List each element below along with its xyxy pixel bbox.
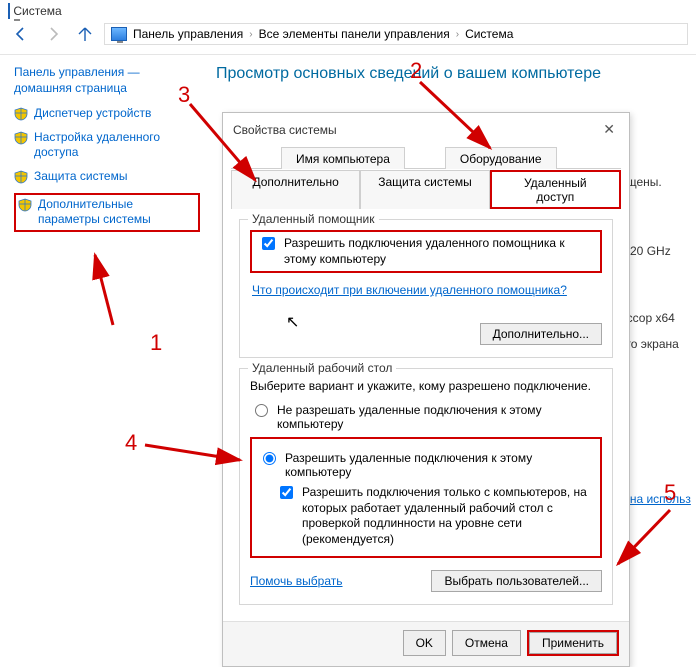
radio-label: Не разрешать удаленные подключения к это…	[277, 403, 602, 431]
rd-help-choose-link[interactable]: Помочь выбрать	[250, 574, 343, 588]
cancel-button[interactable]: Отмена	[452, 630, 521, 656]
sidebar-item-remote-settings[interactable]: Настройка удаленного доступа	[14, 130, 200, 161]
annotation-1: 1	[150, 330, 162, 356]
sidebar-item-label: Настройка удаленного доступа	[34, 130, 200, 161]
checkbox-label: Разрешить подключения удаленного помощни…	[284, 236, 594, 267]
tab-computer-name[interactable]: Имя компьютера	[281, 147, 405, 169]
chevron-right-icon: ›	[456, 29, 459, 40]
sidebar-item-label: Дополнительные параметры системы	[38, 197, 196, 228]
rd-nla-checkbox[interactable]	[280, 486, 293, 499]
breadcrumb[interactable]: Панель управления	[133, 27, 243, 41]
back-button[interactable]	[8, 22, 34, 46]
select-users-button[interactable]: Выбрать пользователей...	[431, 570, 602, 592]
tab-system-protection[interactable]: Защита системы	[360, 170, 489, 209]
radio-label: Разрешить удаленные подключения к этому …	[285, 451, 594, 479]
explorer-navbar: Панель управления › Все элементы панели …	[0, 20, 696, 55]
apply-button[interactable]: Применить	[529, 632, 617, 654]
page-title: Просмотр основных сведений о вашем компь…	[216, 65, 696, 83]
group-legend: Удаленный помощник	[248, 212, 379, 226]
rd-instruction: Выберите вариант и укажите, кому разреше…	[250, 379, 602, 393]
remote-desktop-group: Удаленный рабочий стол Выберите вариант …	[239, 368, 613, 604]
monitor-icon	[8, 3, 10, 19]
shield-icon	[14, 107, 28, 121]
remote-assistance-group: Удаленный помощник Разрешить подключения…	[239, 219, 613, 358]
shield-icon	[18, 198, 32, 212]
up-button[interactable]	[72, 22, 98, 46]
system-info-fragment: ищены. 3.20 GHz ессор x64 ого экрана я н…	[620, 170, 690, 512]
tab-hardware[interactable]: Оборудование	[445, 147, 557, 169]
sidebar-item-advanced-settings[interactable]: Дополнительные параметры системы	[14, 193, 200, 232]
sidebar-home[interactable]: Панель управления — домашняя страница	[14, 65, 200, 96]
close-button[interactable]: ✕	[599, 121, 619, 138]
chevron-right-icon: ›	[249, 29, 252, 40]
tab-remote[interactable]: Удаленный доступ	[490, 170, 621, 209]
shield-icon	[14, 170, 28, 184]
breadcrumb[interactable]: Система	[465, 27, 513, 41]
remote-assistance-help-link[interactable]: Что происходит при включении удаленного …	[252, 283, 567, 297]
checkbox-label: Разрешить подключения только с компьютер…	[302, 485, 594, 547]
allow-remote-assistance-row: Разрешить подключения удаленного помощни…	[250, 230, 602, 273]
rd-option-allow[interactable]: Разрешить удаленные подключения к этому …	[258, 451, 594, 479]
sidebar-item-system-protection[interactable]: Защита системы	[14, 169, 200, 185]
dialog-title: Свойства системы	[233, 123, 337, 137]
address-bar[interactable]: Панель управления › Все элементы панели …	[104, 23, 688, 45]
sidebar-item-label: Диспетчер устройств	[34, 106, 151, 122]
group-legend: Удаленный рабочий стол	[248, 361, 396, 375]
rd-option-deny[interactable]: Не разрешать удаленные подключения к это…	[250, 403, 602, 431]
system-properties-dialog: Свойства системы ✕ Имя компьютера Оборуд…	[222, 112, 630, 667]
sidebar-item-device-manager[interactable]: Диспетчер устройств	[14, 106, 200, 122]
window-title: Система	[0, 0, 696, 20]
sidebar: Панель управления — домашняя страница Ди…	[0, 55, 210, 250]
annotation-4: 4	[125, 430, 137, 456]
tab-advanced[interactable]: Дополнительно	[231, 170, 360, 209]
sidebar-item-label: Защита системы	[34, 169, 127, 185]
forward-button[interactable]	[40, 22, 66, 46]
dialog-footer: OK Отмена Применить	[223, 621, 629, 666]
ok-button[interactable]: OK	[403, 630, 446, 656]
shield-icon	[14, 131, 28, 145]
monitor-icon	[111, 27, 127, 41]
rd-radio-deny[interactable]	[255, 404, 268, 417]
rd-radio-allow[interactable]	[263, 452, 276, 465]
ra-advanced-button[interactable]: Дополнительно...	[480, 323, 602, 345]
breadcrumb[interactable]: Все элементы панели управления	[259, 27, 450, 41]
allow-remote-assistance-checkbox[interactable]	[262, 237, 275, 250]
